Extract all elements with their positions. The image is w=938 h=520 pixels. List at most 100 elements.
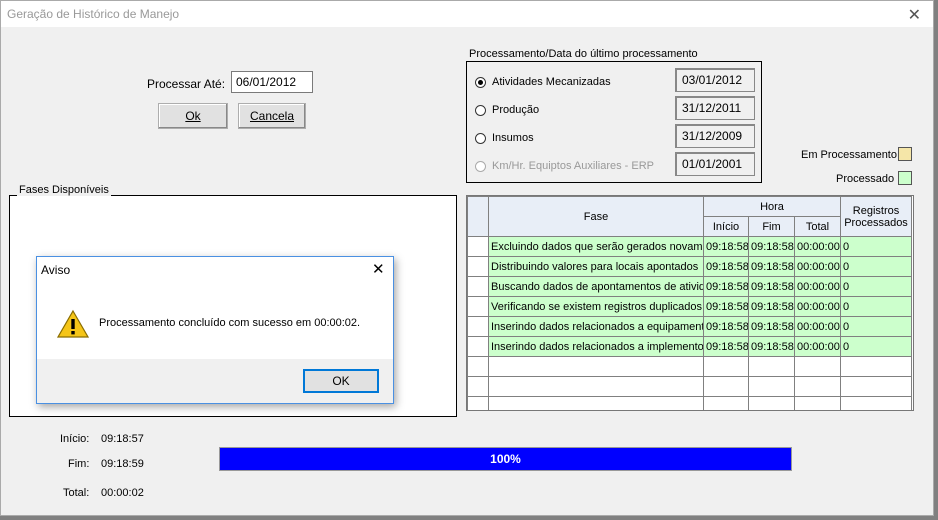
window-title: Geração de Histórico de Manejo bbox=[7, 7, 180, 21]
cell-inicio: 09:18:58 bbox=[703, 276, 749, 297]
dialog-ok-button[interactable]: OK bbox=[303, 369, 379, 393]
table-row-empty bbox=[467, 376, 913, 397]
row-selector[interactable] bbox=[467, 236, 489, 257]
empty-cell bbox=[793, 376, 842, 397]
header-hora: Hora bbox=[702, 196, 842, 217]
cell-registros: 0 bbox=[840, 236, 913, 257]
table-row[interactable]: Buscando dados de apontamentos de ativid… bbox=[467, 276, 913, 297]
empty-cell bbox=[467, 356, 489, 377]
legend-processado-swatch bbox=[898, 171, 912, 185]
cell-fase: Distribuindo valores para locais apontad… bbox=[488, 256, 704, 277]
empty-cell bbox=[840, 356, 913, 377]
empty-cell bbox=[840, 376, 913, 397]
header-fase: Fase bbox=[488, 196, 704, 237]
cell-fim: 09:18:58 bbox=[748, 276, 795, 297]
row-selector[interactable] bbox=[467, 336, 489, 357]
empty-cell bbox=[840, 396, 913, 410]
dialog-close-icon[interactable]: ✕ bbox=[372, 260, 385, 278]
empty-cell bbox=[703, 376, 749, 397]
empty-cell bbox=[748, 376, 795, 397]
fases-title: Fases Disponíveis bbox=[17, 184, 111, 196]
main-window: Geração de Histórico de Manejo ✕ Process… bbox=[0, 0, 934, 516]
empty-cell bbox=[703, 356, 749, 377]
header-fim: Fim bbox=[748, 216, 795, 237]
total-label: Total: bbox=[63, 487, 90, 499]
warning-icon bbox=[57, 309, 89, 338]
radio-label: Atividades Mecanizadas bbox=[492, 76, 611, 88]
table-row-empty bbox=[467, 396, 913, 410]
dialog-ok-label: OK bbox=[332, 374, 350, 388]
empty-cell bbox=[748, 356, 795, 377]
cell-fase: Inserindo dados relacionados a equipamen… bbox=[488, 316, 704, 337]
table-row[interactable]: Verificando se existem registros duplica… bbox=[467, 296, 913, 317]
cell-fim: 09:18:58 bbox=[748, 236, 795, 257]
radio-option[interactable]: Produção bbox=[475, 100, 664, 120]
cell-total: 00:00:00 bbox=[793, 336, 842, 357]
legend-em-processamento-swatch bbox=[898, 147, 912, 161]
processar-date-input[interactable] bbox=[231, 71, 313, 93]
aviso-dialog: Aviso ✕ Processamento concluído com suce… bbox=[36, 256, 394, 404]
cell-inicio: 09:18:58 bbox=[703, 296, 749, 317]
empty-cell bbox=[703, 396, 749, 410]
last-processed-date: 31/12/2011 bbox=[675, 96, 755, 120]
header-inicio: Início bbox=[703, 216, 749, 237]
cell-inicio: 09:18:58 bbox=[703, 236, 749, 257]
dialog-message: Processamento concluído com sucesso em 0… bbox=[99, 317, 361, 329]
processar-label: Processar Até: bbox=[147, 77, 226, 91]
ok-button[interactable]: Ok bbox=[158, 103, 228, 129]
last-processed-date: 01/01/2001 bbox=[675, 152, 755, 176]
radio-button[interactable] bbox=[475, 132, 486, 144]
cell-registros: 0 bbox=[840, 336, 913, 357]
phases-grid: Fase Hora Registros Processados Início F… bbox=[466, 195, 914, 411]
table-row[interactable]: Inserindo dados relacionados a implement… bbox=[467, 336, 913, 357]
table-row[interactable]: Distribuindo valores para locais apontad… bbox=[467, 256, 913, 277]
cell-fase: Buscando dados de apontamentos de ativid bbox=[488, 276, 704, 297]
table-row[interactable]: Inserindo dados relacionados a equipamen… bbox=[467, 316, 913, 337]
radio-option[interactable]: Insumos bbox=[475, 128, 664, 148]
radio-label: Insumos bbox=[492, 132, 534, 144]
cell-fim: 09:18:58 bbox=[748, 316, 795, 337]
radio-button[interactable] bbox=[475, 104, 486, 116]
empty-cell bbox=[467, 396, 489, 410]
row-selector[interactable] bbox=[467, 296, 489, 317]
radio-button bbox=[475, 160, 486, 172]
cell-total: 00:00:00 bbox=[793, 316, 842, 337]
radio-option: Km/Hr. Equiptos Auxiliares - ERP bbox=[475, 156, 664, 176]
last-processed-date: 31/12/2009 bbox=[675, 124, 755, 148]
radio-button[interactable] bbox=[475, 76, 486, 88]
title-bar: Geração de Histórico de Manejo ✕ bbox=[1, 1, 933, 27]
legend-em-processamento-label: Em Processamento bbox=[801, 149, 897, 161]
empty-cell bbox=[467, 376, 489, 397]
grid-corner bbox=[467, 196, 489, 237]
cell-registros: 0 bbox=[840, 296, 913, 317]
empty-cell bbox=[488, 396, 704, 410]
cell-registros: 0 bbox=[840, 256, 913, 277]
processamento-title: Processamento/Data do último processamen… bbox=[469, 48, 698, 60]
empty-cell bbox=[748, 396, 795, 410]
header-registros: Registros Processados bbox=[840, 196, 913, 237]
dialog-footer: OK bbox=[37, 359, 393, 403]
table-row[interactable]: Excluindo dados que serão gerados novam 0… bbox=[467, 236, 913, 257]
cell-inicio: 09:18:58 bbox=[703, 336, 749, 357]
empty-cell bbox=[488, 356, 704, 377]
inicio-value: 09:18:57 bbox=[101, 433, 144, 445]
cancela-button-label: Cancela bbox=[249, 109, 295, 123]
inicio-label: Início: bbox=[60, 433, 90, 445]
row-selector[interactable] bbox=[467, 276, 489, 297]
close-icon[interactable]: ✕ bbox=[908, 5, 921, 24]
cell-total: 00:00:00 bbox=[793, 256, 842, 277]
cancela-button[interactable]: Cancela bbox=[238, 103, 306, 129]
radio-option[interactable]: Atividades Mecanizadas bbox=[475, 72, 664, 92]
cell-registros: 0 bbox=[840, 316, 913, 337]
empty-cell bbox=[793, 356, 842, 377]
cell-fase: Verificando se existem registros duplica… bbox=[488, 296, 704, 317]
empty-cell bbox=[793, 396, 842, 410]
progress-text: 100% bbox=[490, 452, 521, 466]
row-selector[interactable] bbox=[467, 256, 489, 277]
row-selector[interactable] bbox=[467, 316, 489, 337]
cell-total: 00:00:00 bbox=[793, 236, 842, 257]
total-value: 00:00:02 bbox=[101, 487, 144, 499]
cell-fase: Inserindo dados relacionados a implement… bbox=[488, 336, 704, 357]
cell-fim: 09:18:58 bbox=[748, 336, 795, 357]
cell-total: 00:00:00 bbox=[793, 276, 842, 297]
